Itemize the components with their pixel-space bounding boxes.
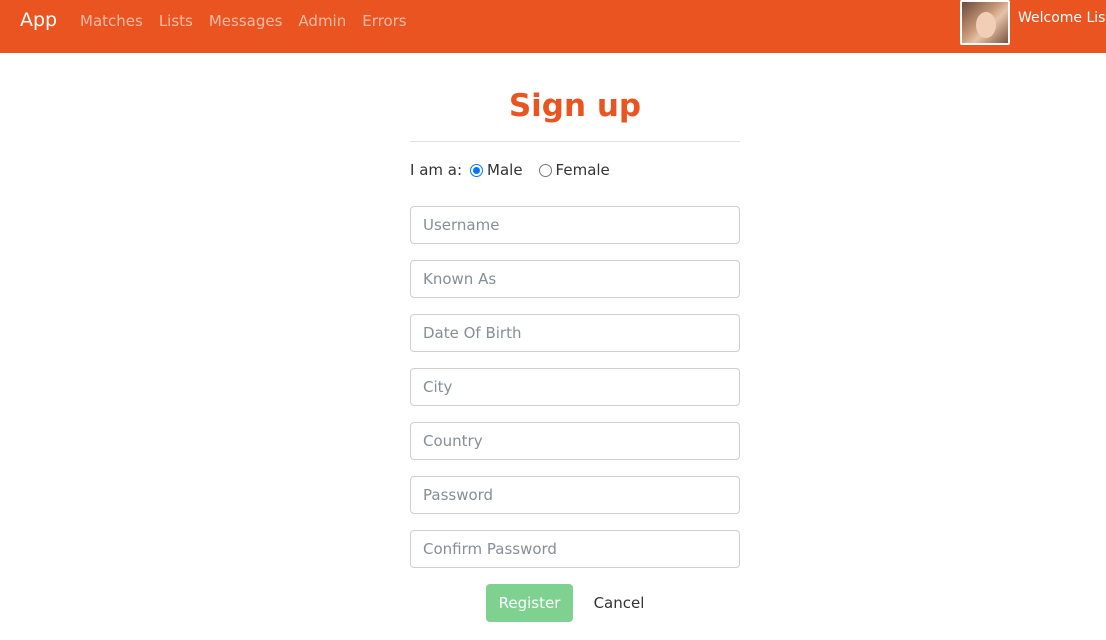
confirm-password-input[interactable]: Confirm Password xyxy=(410,530,740,568)
country-placeholder: Country xyxy=(423,432,483,450)
navbar: App Matches Lists Messages Admin Errors … xyxy=(0,0,1106,53)
cancel-button[interactable]: Cancel xyxy=(583,584,655,622)
register-button[interactable]: Register xyxy=(486,584,573,622)
divider xyxy=(410,141,740,142)
gender-option-male[interactable]: Male xyxy=(470,161,523,179)
nav-link-lists[interactable]: Lists xyxy=(159,12,193,30)
brand-link[interactable]: App xyxy=(20,9,57,31)
username-placeholder: Username xyxy=(423,216,500,234)
user-avatar[interactable] xyxy=(960,0,1010,45)
nav-link-messages[interactable]: Messages xyxy=(209,12,283,30)
gender-group: I am a: Male Female xyxy=(410,161,626,179)
welcome-dropdown[interactable]: Welcome Lis xyxy=(1018,10,1105,26)
nav-link-admin[interactable]: Admin xyxy=(298,12,346,30)
nav-links: Matches Lists Messages Admin Errors xyxy=(80,12,407,30)
gender-option-female[interactable]: Female xyxy=(538,161,610,179)
radio-male[interactable] xyxy=(470,163,484,177)
city-input[interactable]: City xyxy=(410,368,740,406)
avatar-face xyxy=(976,12,996,38)
nav-link-errors[interactable]: Errors xyxy=(362,12,406,30)
city-placeholder: City xyxy=(423,378,453,396)
dob-placeholder: Date Of Birth xyxy=(423,324,522,342)
date-of-birth-input[interactable]: Date Of Birth xyxy=(410,314,740,352)
password-input[interactable]: Password xyxy=(410,476,740,514)
username-input[interactable]: Username xyxy=(410,206,740,244)
known-as-input[interactable]: Known As xyxy=(410,260,740,298)
page-title: Sign up xyxy=(508,88,642,124)
country-input[interactable]: Country xyxy=(410,422,740,460)
radio-male-label: Male xyxy=(487,161,523,179)
confirm-password-placeholder: Confirm Password xyxy=(423,540,557,558)
radio-female[interactable] xyxy=(538,163,552,177)
radio-female-label: Female xyxy=(555,161,610,179)
known-as-placeholder: Known As xyxy=(423,270,497,288)
gender-label: I am a: xyxy=(410,161,463,179)
password-placeholder: Password xyxy=(423,486,494,504)
nav-link-matches[interactable]: Matches xyxy=(80,12,143,30)
